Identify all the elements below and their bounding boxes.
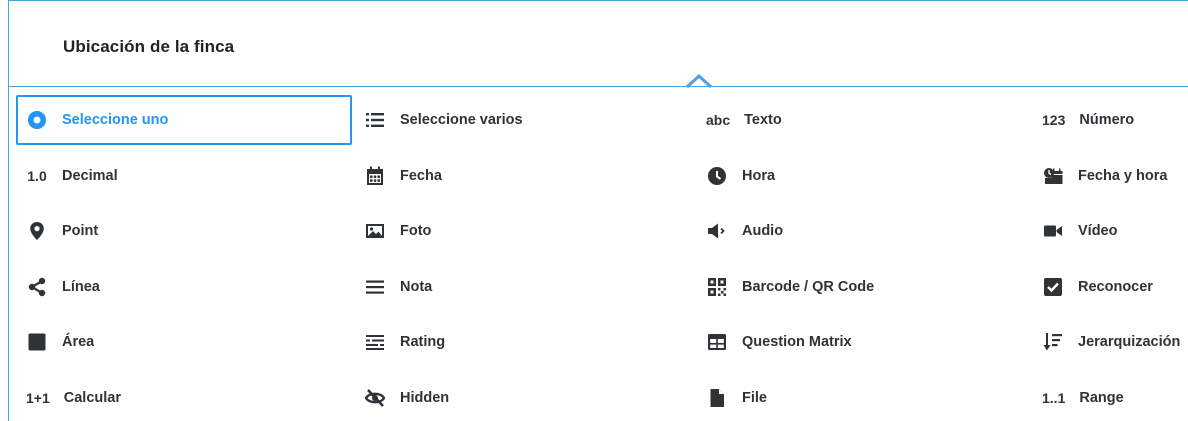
type-option-label: Decimal xyxy=(62,167,118,184)
type-option-table[interactable]: Question Matrix xyxy=(698,317,1034,367)
table-icon xyxy=(706,331,728,353)
type-option-label: Question Matrix xyxy=(742,334,852,350)
question-type-panel: Ubicación de la finca Seleccione uno Sele… xyxy=(8,0,1188,421)
type-option-map-pin[interactable]: Point xyxy=(16,206,352,256)
type-option-label: Rating xyxy=(400,334,446,350)
clock-icon xyxy=(706,165,728,187)
type-option-calculate[interactable]: 1+1 Calcular xyxy=(16,373,352,421)
page-title: Ubicación de la finca xyxy=(63,37,235,56)
range-icon: 1..1 xyxy=(1042,389,1066,406)
panel-header: Ubicación de la finca xyxy=(9,1,1188,89)
type-row: Seleccione uno Seleccione varios abc Texto 1… xyxy=(9,95,1188,151)
type-option-datetime[interactable]: Fecha y hora xyxy=(1040,151,1188,201)
type-option-label: Calcular xyxy=(63,389,121,406)
calculate-icon: 1+1 xyxy=(26,389,50,406)
decimal-icon: 1.0 xyxy=(27,167,47,184)
type-option-list[interactable]: Seleccione varios xyxy=(356,95,692,145)
type-option-radio[interactable]: Seleccione uno xyxy=(16,95,352,145)
type-option-label: Área xyxy=(62,334,95,350)
number-icon: 123 xyxy=(1042,112,1066,128)
type-option-file[interactable]: File xyxy=(698,373,1034,421)
qr-code-icon xyxy=(706,276,728,298)
square-icon xyxy=(26,331,48,353)
type-option-label: Nota xyxy=(400,278,433,295)
type-row: Área Rating Question Matrix Jerarquización xyxy=(9,317,1188,373)
video-icon xyxy=(1042,220,1064,242)
share-icon xyxy=(26,276,48,298)
type-row: 1.0 Decimal Fecha Hora Fecha y hora xyxy=(9,151,1188,207)
datetime-icon xyxy=(1042,165,1064,187)
type-row: 1+1 Calcular Hidden File 1..1 Range xyxy=(9,373,1188,421)
type-option-range[interactable]: 1..1 Range xyxy=(1040,373,1188,421)
type-option-label: Jerarquización xyxy=(1078,334,1181,350)
type-option-label: Seleccione varios xyxy=(400,112,523,128)
type-option-label: Fecha xyxy=(400,167,442,184)
type-option-label: Línea xyxy=(62,278,100,295)
file-icon xyxy=(706,387,728,409)
type-option-label: Hora xyxy=(742,167,776,184)
list-icon xyxy=(364,109,386,131)
photo-icon xyxy=(364,220,386,242)
volume-icon xyxy=(706,220,728,242)
sort-icon xyxy=(1042,331,1064,353)
type-option-label: Texto xyxy=(744,112,782,128)
radio-icon xyxy=(26,109,48,131)
map-pin-icon xyxy=(26,220,48,242)
type-option-checkbox[interactable]: Reconocer xyxy=(1040,262,1188,312)
type-option-number[interactable]: 123 Número xyxy=(1040,95,1188,145)
type-option-note[interactable]: Nota xyxy=(356,262,692,312)
type-option-qr-code[interactable]: Barcode / QR Code xyxy=(698,262,1034,312)
question-type-grid: Seleccione uno Seleccione varios abc Texto 1… xyxy=(9,95,1188,421)
abc-icon: abc xyxy=(706,112,731,128)
type-option-label: Vídeo xyxy=(1078,223,1118,239)
type-option-decimal[interactable]: 1.0 Decimal xyxy=(16,151,352,201)
type-option-abc[interactable]: abc Texto xyxy=(698,95,1034,145)
type-option-share[interactable]: Línea xyxy=(16,262,352,312)
type-option-sort[interactable]: Jerarquización xyxy=(1040,317,1188,367)
type-option-label: Barcode / QR Code xyxy=(742,278,875,295)
type-option-label: Range xyxy=(1079,389,1124,406)
type-row: Point Foto Audio Vídeo xyxy=(9,206,1188,262)
type-option-volume[interactable]: Audio xyxy=(698,206,1034,256)
type-row: Línea Nota Barcode / QR Code Reconocer xyxy=(9,262,1188,318)
rating-icon xyxy=(364,331,386,353)
type-option-video[interactable]: Vídeo xyxy=(1040,206,1188,256)
type-option-square[interactable]: Área xyxy=(16,317,352,367)
eye-slash-icon xyxy=(364,387,386,409)
checkbox-icon xyxy=(1042,276,1064,298)
type-option-eye-slash[interactable]: Hidden xyxy=(356,373,692,421)
type-option-rating[interactable]: Rating xyxy=(356,317,692,367)
type-option-label: Seleccione uno xyxy=(62,112,169,128)
calendar-icon xyxy=(364,165,386,187)
chevron-up-icon xyxy=(685,73,713,89)
type-option-label: Point xyxy=(62,223,99,239)
type-option-photo[interactable]: Foto xyxy=(356,206,692,256)
type-option-label: Audio xyxy=(742,223,784,239)
type-option-clock[interactable]: Hora xyxy=(698,151,1034,201)
type-option-label: Reconocer xyxy=(1078,278,1153,295)
type-option-label: Hidden xyxy=(400,389,450,406)
note-icon xyxy=(364,276,386,298)
type-option-label: Número xyxy=(1079,112,1135,128)
type-option-label: Foto xyxy=(400,223,432,239)
type-option-label: Fecha y hora xyxy=(1078,167,1168,184)
type-option-label: File xyxy=(742,389,767,406)
type-option-calendar[interactable]: Fecha xyxy=(356,151,692,201)
